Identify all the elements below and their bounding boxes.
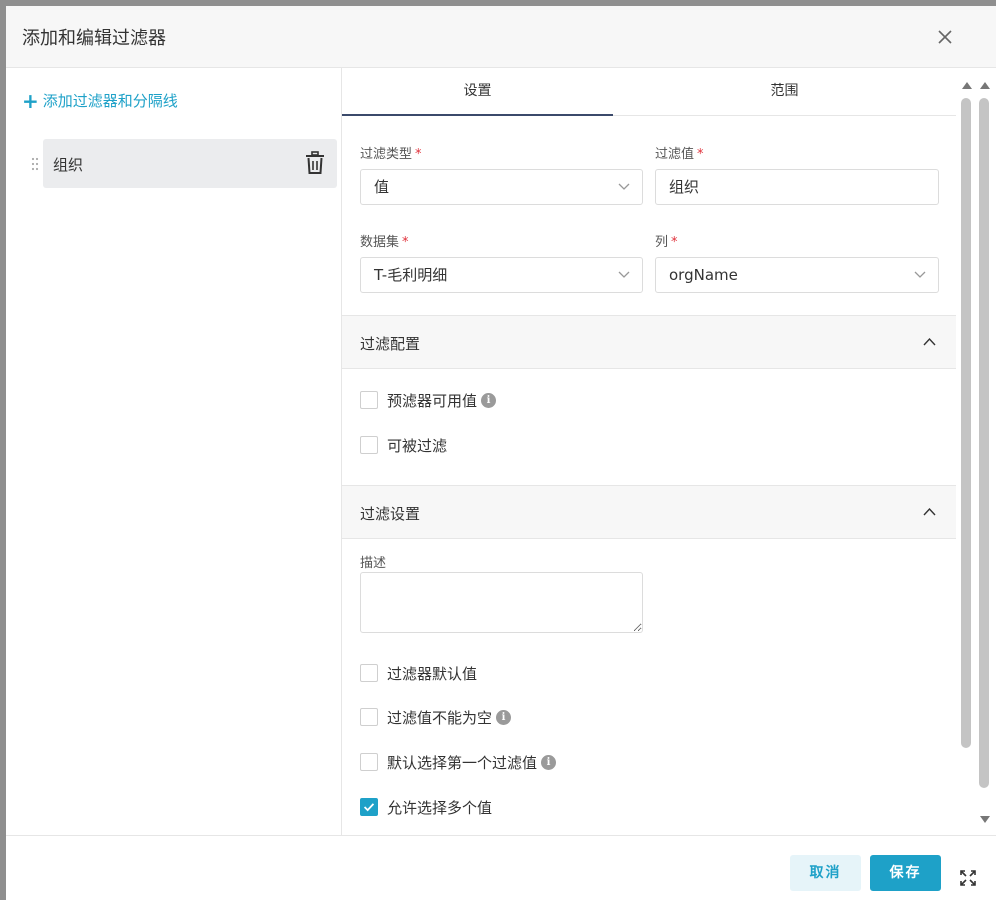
filter-type-select[interactable]: 值 [360,169,643,205]
checkbox[interactable] [360,708,378,726]
drag-handle-icon[interactable] [31,157,39,171]
column-select[interactable]: orgName [655,257,939,293]
add-filter-label: 添加过滤器和分隔线 [42,92,178,110]
scrollbar-thumb[interactable] [979,98,989,788]
section-title: 过滤设置 [360,505,421,523]
trash-icon[interactable] [304,151,326,175]
chevron-down-icon [914,271,926,278]
dataset-label-text: 数据集 [360,235,400,250]
info-icon[interactable]: i [496,709,512,725]
option-multi-select[interactable]: 允许选择多个值 [360,797,492,817]
info-icon[interactable]: i [541,754,557,770]
filter-dialog: 添加和编辑过滤器 + 添加过滤器和分隔线 组织 设置 范围 过滤类型 * 值 过… [6,6,996,900]
scrollbar-thumb[interactable] [961,98,971,748]
section-filter-settings[interactable]: 过滤设置 [342,485,956,539]
checkbox[interactable] [360,753,378,771]
filter-item-label: 组织 [53,156,84,174]
scroll-up-arrow-icon[interactable] [962,82,972,89]
tab-settings[interactable]: 设置 [342,68,613,116]
dataset-label: 数据集 * [360,231,409,250]
required-mark: * [415,147,422,162]
filter-type-value: 值 [374,178,390,196]
option-default-value[interactable]: 过滤器默认值 [360,663,477,683]
chevron-down-icon [618,271,630,278]
dataset-select[interactable]: T-毛利明细 [360,257,643,293]
filter-value-label: 过滤值 * [655,143,704,162]
checkbox[interactable] [360,664,378,682]
column-label-text: 列 [655,235,669,250]
option-label: 允许选择多个值 [387,798,493,817]
option-label: 默认选择第一个过滤值 [387,753,538,772]
plus-icon: + [22,88,39,113]
dialog-footer: 取消 保存 [6,835,996,900]
option-label: 预滤器可用值 [387,391,478,410]
option-not-empty[interactable]: 过滤值不能为空 i [360,707,512,727]
check-icon [363,803,375,812]
filter-settings-panel: 设置 范围 过滤类型 * 值 过滤值 * 组织 数据集 * T-毛利明细 列 * o [342,68,956,835]
fullscreen-icon[interactable] [960,870,976,886]
chevron-down-icon [618,183,630,190]
checkbox[interactable] [360,436,378,454]
tab-scope[interactable]: 范围 [613,68,956,116]
checkbox-checked[interactable] [360,798,378,816]
option-label: 可被过滤 [387,436,448,455]
cancel-button[interactable]: 取消 [790,855,861,891]
column-value: orgName [669,266,738,284]
chevron-up-icon[interactable] [923,507,936,516]
option-label: 过滤值不能为空 [387,708,493,727]
dataset-value: T-毛利明细 [374,266,448,284]
required-mark: * [671,235,678,250]
filter-list-item[interactable]: 组织 [31,139,337,188]
scroll-up-arrow-icon[interactable] [980,82,990,89]
option-prefilter-values[interactable]: 预滤器可用值 i [360,390,497,410]
chevron-up-icon[interactable] [923,337,936,346]
section-filter-config[interactable]: 过滤配置 [342,315,956,369]
required-mark: * [697,147,704,162]
scroll-down-arrow-icon[interactable] [980,816,990,823]
filter-value-value: 组织 [669,178,700,196]
option-label: 过滤器默认值 [387,664,478,683]
column-label: 列 * [655,231,678,250]
add-filter-link[interactable]: + 添加过滤器和分隔线 [22,90,178,111]
info-icon[interactable]: i [481,392,497,408]
dialog-header: 添加和编辑过滤器 [6,6,996,68]
close-icon[interactable] [934,26,956,48]
dialog-title: 添加和编辑过滤器 [22,28,166,49]
description-label: 描述 [360,556,387,571]
section-title: 过滤配置 [360,335,421,353]
option-select-first[interactable]: 默认选择第一个过滤值 i [360,752,557,772]
save-button[interactable]: 保存 [870,855,941,891]
filter-type-label-text: 过滤类型 [360,147,413,162]
filter-value-label-text: 过滤值 [655,147,695,162]
tab-bar: 设置 范围 [342,68,956,116]
description-textarea[interactable] [360,572,643,633]
required-mark: * [402,235,409,250]
filter-list-panel: + 添加过滤器和分隔线 组织 [6,68,342,835]
scrollbar-area [956,68,996,835]
filter-type-label: 过滤类型 * [360,143,422,162]
option-filterable[interactable]: 可被过滤 [360,435,447,455]
filter-value-input[interactable]: 组织 [655,169,939,205]
checkbox[interactable] [360,391,378,409]
